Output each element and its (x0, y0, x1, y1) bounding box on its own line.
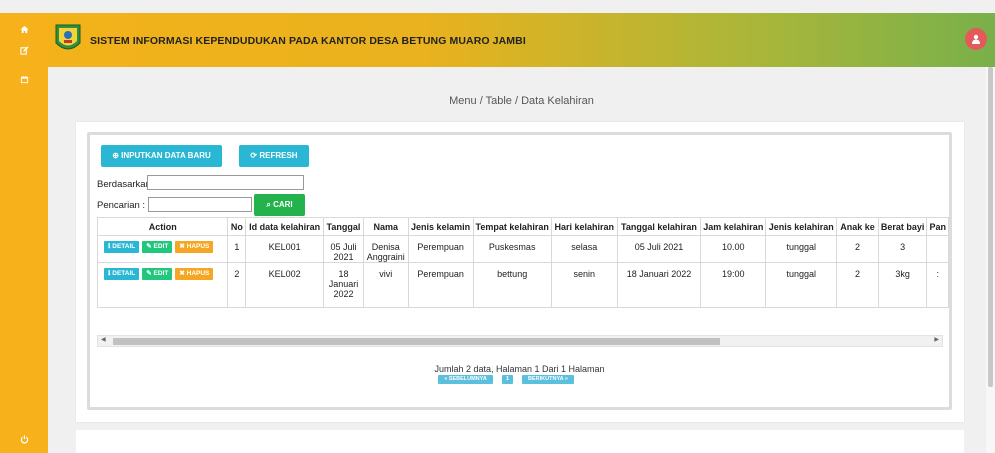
detail-button[interactable]: ℹ DETAIL (104, 268, 140, 280)
cell: 18 Januari 2022 (616, 262, 702, 308)
col-header: Tanggal kelahiran (616, 217, 702, 236)
page-scrollbar[interactable] (986, 67, 995, 453)
cell: tunggal (765, 235, 838, 263)
hapus-button[interactable]: ✖ HAPUS (175, 241, 214, 253)
berdasarkan-label: Berdasarkan: (97, 179, 154, 190)
edit-icon[interactable] (0, 46, 48, 58)
pencarian-input[interactable] (148, 197, 252, 212)
action-cell: ℹ DETAIL ✎ EDIT ✖ HAPUS (96, 235, 229, 263)
cell: Perempuan (407, 262, 474, 308)
col-header: Tanggal (323, 217, 364, 236)
pencarian-label: Pencarian : (97, 200, 146, 211)
col-header: Anak ke (836, 217, 879, 236)
header: SISTEM INFORMASI KEPENDUDUKAN PADA KANTO… (48, 13, 995, 67)
cari-label: CARI (273, 200, 293, 209)
table-row: ℹ DETAIL ✎ EDIT ✖ HAPUS 1 KEL001 05 Juli 2… (96, 235, 949, 263)
cell: selasa (550, 235, 618, 263)
new-data-label: INPUTKAN DATA BARU (121, 151, 211, 160)
hapus-button[interactable]: ✖ HAPUS (175, 268, 214, 280)
cell: 19:00 (700, 262, 767, 308)
cell: 2 (836, 235, 879, 263)
app-title: SISTEM INFORMASI KEPENDUDUKAN PADA KANTO… (90, 35, 526, 47)
cell: vivi (362, 262, 409, 308)
col-header: Berat bayi (877, 217, 928, 236)
cell: KEL002 (245, 262, 325, 308)
kelahiran-table: Action No Id data kelahiran Tanggal Nama… (96, 217, 949, 308)
cell: Denisa Anggraini (362, 235, 409, 263)
user-avatar-icon[interactable] (965, 28, 987, 50)
detail-button[interactable]: ℹ DETAIL (104, 241, 140, 253)
col-header: Jam kelahiran (700, 217, 767, 236)
next-page-button[interactable]: BERIKUTNYA » (522, 375, 574, 384)
regency-logo (54, 23, 82, 55)
col-header: Pan (926, 217, 949, 236)
scroll-left-icon[interactable]: ◀ (101, 336, 106, 343)
sidebar (0, 13, 48, 453)
plus-icon: ⊕ (112, 151, 122, 160)
home-icon[interactable] (0, 25, 48, 37)
col-header: Jenis kelamin (407, 217, 474, 236)
page-1-button[interactable]: 1 (502, 375, 513, 384)
cell: Perempuan (407, 235, 474, 263)
cell: 1 (227, 235, 247, 263)
col-header: Nama (362, 217, 409, 236)
cell (926, 235, 949, 263)
prev-page-button[interactable]: « SEBELUMNYA (438, 375, 493, 384)
refresh-button[interactable]: ⟳ REFRESH (239, 145, 309, 167)
cell: : (926, 262, 949, 308)
page-scrollbar-thumb[interactable] (988, 67, 993, 387)
refresh-label: REFRESH (259, 151, 298, 160)
cell: tunggal (765, 262, 838, 308)
col-header: Hari kelahiran (550, 217, 618, 236)
cell: 3 (877, 235, 928, 263)
cell: KEL001 (245, 235, 325, 263)
cell: 10.00 (700, 235, 767, 263)
content-card: ⊕ INPUTKAN DATA BARU ⟳ REFRESH Berdasark… (76, 122, 964, 422)
action-cell: ℹ DETAIL ✎ EDIT ✖ HAPUS (96, 262, 229, 308)
power-icon[interactable] (0, 435, 48, 447)
table-header-row: Action No Id data kelahiran Tanggal Nama… (96, 217, 949, 236)
scroll-right-icon[interactable]: ▶ (934, 336, 939, 343)
refresh-icon: ⟳ (250, 151, 260, 160)
col-header: Action (96, 217, 229, 236)
edit-button[interactable]: ✎ EDIT (142, 241, 173, 253)
calendar-icon[interactable] (0, 75, 48, 87)
bottom-card (76, 430, 964, 453)
cari-button[interactable]: ⌕ CARI (254, 194, 305, 216)
col-header: Jenis kelahiran (765, 217, 838, 236)
horizontal-scrollbar[interactable]: ◀ ▶ (97, 335, 943, 347)
cell: senin (550, 262, 618, 308)
breadcrumb: Menu / Table / Data Kelahiran (449, 95, 594, 107)
cell: 05 Juli 2021 (323, 235, 364, 263)
col-header: No (227, 217, 247, 236)
cell: Puskesmas (472, 235, 552, 263)
cell: 05 Juli 2021 (616, 235, 702, 263)
table-row: ℹ DETAIL ✎ EDIT ✖ HAPUS 2 KEL002 18 Januar… (96, 262, 949, 308)
scrollbar-thumb[interactable] (113, 338, 720, 345)
cell: 18 Januari 2022 (323, 262, 364, 308)
cell: 2 (836, 262, 879, 308)
pagination-summary: Jumlah 2 data, Halaman 1 Dari 1 Halaman (434, 364, 605, 374)
berdasarkan-input[interactable] (147, 175, 304, 190)
cell: 2 (227, 262, 247, 308)
col-header: Id data kelahiran (245, 217, 325, 236)
col-header: Tempat kelahiran (472, 217, 552, 236)
data-panel: ⊕ INPUTKAN DATA BARU ⟳ REFRESH Berdasark… (87, 132, 952, 410)
new-data-button[interactable]: ⊕ INPUTKAN DATA BARU (101, 145, 222, 167)
cell: bettung (472, 262, 552, 308)
cell: 3kg (877, 262, 928, 308)
edit-button[interactable]: ✎ EDIT (142, 268, 173, 280)
